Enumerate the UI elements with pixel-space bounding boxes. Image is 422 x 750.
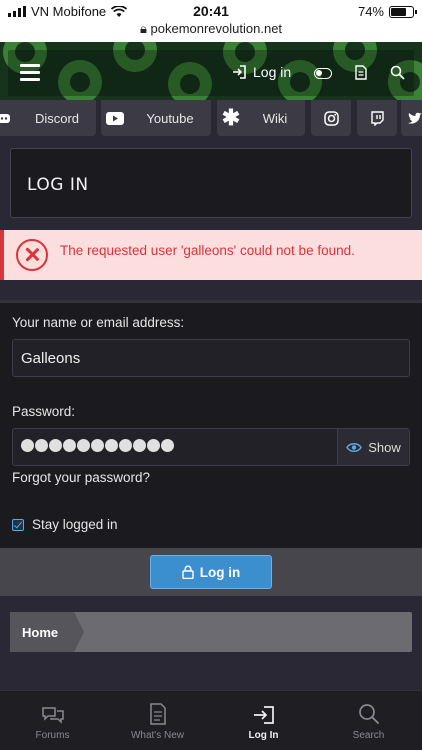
show-label: Show — [368, 439, 401, 455]
link-label: Discord — [34, 110, 80, 126]
url-text: pokemonrevolution.net — [150, 21, 283, 36]
bottom-nav-search[interactable]: Search — [316, 691, 421, 750]
style-toggle-icon[interactable] — [314, 68, 332, 79]
password-dot — [49, 439, 62, 452]
padlock-icon — [182, 565, 194, 579]
top-navbar: Log in — [8, 50, 414, 96]
link-label: Wiki — [262, 110, 288, 126]
show-password-button[interactable]: Show — [337, 429, 409, 465]
status-bar: VN Mobifone 20:41 🔒︎ pokemonrevolution.n… — [0, 0, 422, 42]
link-label: Youtube — [146, 110, 194, 126]
battery-percent: 74% — [357, 4, 384, 19]
error-text: The requested user 'galleons' could not … — [60, 243, 355, 258]
password-dot — [161, 439, 174, 452]
password-dot — [119, 439, 132, 452]
bottom-nav-login[interactable]: Log In — [211, 691, 316, 750]
password-dots — [21, 439, 174, 452]
bottom-nav-forums[interactable]: Forums — [0, 691, 105, 750]
lock-icon: 🔒︎ — [139, 21, 147, 36]
bottom-nav: Forums What's New Log In Search — [0, 690, 422, 750]
breadcrumb-home[interactable]: Home — [10, 612, 84, 652]
eye-icon — [346, 442, 363, 452]
name-label: Your name or email address: — [12, 315, 185, 330]
error-message-block: The requested user 'galleons' could not … — [0, 230, 422, 280]
stay-logged-in-label[interactable]: Stay logged in — [32, 517, 118, 532]
breadcrumb: Home — [10, 612, 412, 652]
menu-icon[interactable] — [20, 64, 40, 82]
forgot-password-link[interactable]: Forgot your password? — [12, 470, 150, 485]
link-wiki[interactable]: ✱ Wiki — [217, 100, 305, 136]
bottom-nav-label: Forums — [35, 730, 70, 741]
login-icon — [233, 65, 246, 79]
search-icon — [358, 704, 379, 725]
search-icon[interactable] — [390, 65, 405, 80]
nav-login-link[interactable]: Log in — [232, 64, 291, 80]
discord-icon — [0, 100, 18, 136]
forums-icon — [41, 707, 64, 724]
login-icon — [253, 706, 274, 724]
password-dot — [133, 439, 146, 452]
asterisk-icon: ✱ — [221, 105, 241, 130]
battery-area: 74% — [357, 4, 417, 19]
nav-login-label: Log in — [253, 64, 292, 80]
password-dot — [21, 439, 34, 452]
password-dot — [147, 439, 160, 452]
name-field-value: Galleons — [21, 350, 81, 367]
name-field[interactable]: Galleons — [12, 339, 410, 377]
login-submit-label: Log in — [199, 564, 241, 580]
password-dot — [35, 439, 48, 452]
password-dot — [77, 439, 90, 452]
link-discord[interactable]: Discord — [0, 100, 96, 136]
bottom-nav-label: What's New — [130, 730, 185, 741]
twitter-icon — [401, 100, 422, 136]
password-label: Password: — [12, 404, 76, 419]
link-youtube[interactable]: Youtube — [101, 100, 211, 136]
page-header: LOG IN — [10, 148, 412, 218]
bottom-nav-label: Log In — [248, 730, 279, 741]
battery-icon — [389, 5, 417, 18]
page-title: LOG IN — [27, 175, 89, 195]
login-submit-button[interactable]: Log in — [150, 555, 272, 589]
document-icon — [149, 703, 166, 725]
youtube-icon — [101, 100, 129, 136]
bottom-nav-label: Search — [352, 730, 385, 741]
password-field[interactable]: Show — [12, 428, 410, 466]
link-instagram[interactable] — [311, 100, 351, 136]
form-submit-row: Log in — [0, 548, 422, 596]
instagram-icon — [317, 100, 345, 136]
bottom-nav-whats-new[interactable]: What's New — [105, 691, 210, 750]
url-bar[interactable]: 🔒︎ pokemonrevolution.net — [0, 21, 422, 37]
link-twitch[interactable] — [357, 100, 397, 136]
password-dot — [63, 439, 76, 452]
password-dot — [91, 439, 104, 452]
whats-new-icon[interactable] — [355, 65, 367, 80]
login-form: Your name or email address: Galleons Pas… — [0, 300, 422, 548]
stay-logged-in-checkbox[interactable] — [12, 519, 24, 531]
password-dot — [105, 439, 118, 452]
error-x-icon — [16, 239, 48, 271]
twitch-icon — [363, 100, 391, 136]
link-twitter[interactable] — [401, 100, 422, 136]
